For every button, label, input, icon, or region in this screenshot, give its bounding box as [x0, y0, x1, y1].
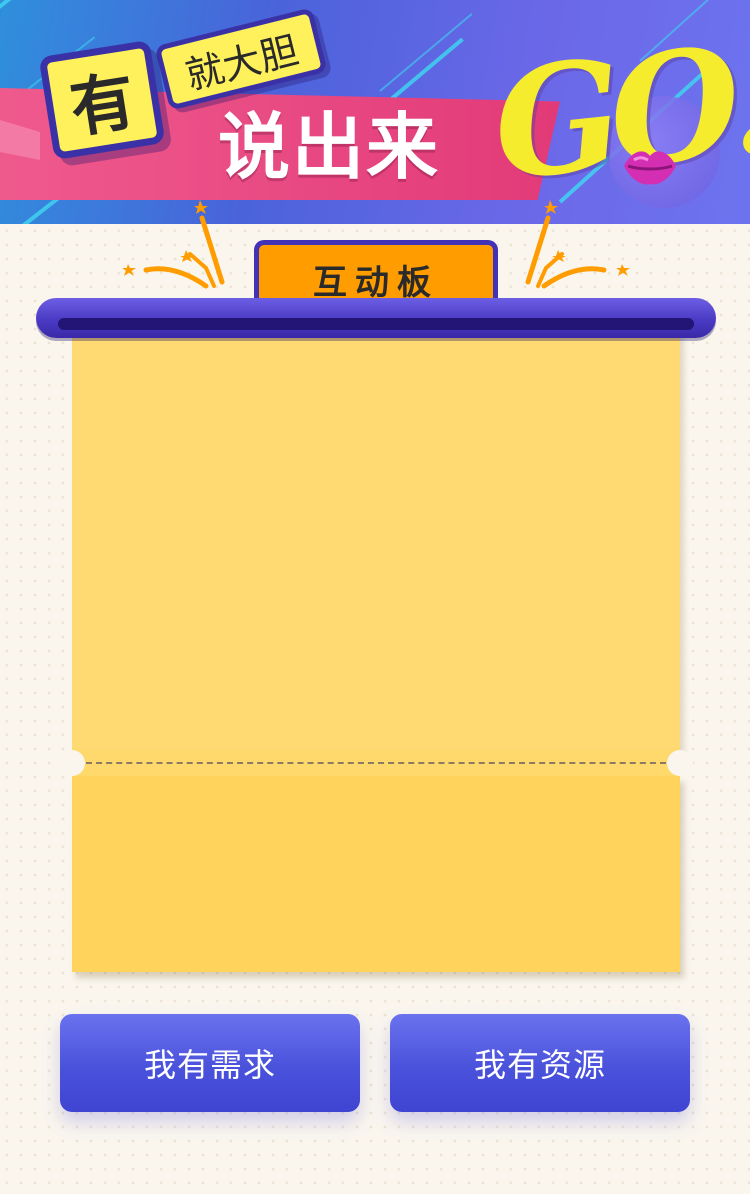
tear-line: [86, 762, 666, 764]
left-notch: [59, 750, 85, 776]
right-notch: [667, 750, 693, 776]
speak-title: 说出来: [218, 105, 441, 189]
need-button[interactable]: 我有需求: [60, 1014, 360, 1112]
board-footer-area: [72, 776, 680, 972]
decor-line: [379, 13, 473, 92]
decor-line: [0, 0, 124, 24]
scroll-rod: [36, 298, 716, 338]
interaction-board-tab: 互动板: [254, 240, 498, 306]
lips-icon: [624, 151, 676, 185]
go-title: GO!!: [485, 3, 750, 215]
message-board-area: [72, 318, 680, 750]
resource-button[interactable]: 我有资源: [390, 1014, 690, 1112]
you-card: 有: [38, 39, 166, 161]
header-banner: GO!! 就大胆 有 说出来: [0, 0, 750, 224]
